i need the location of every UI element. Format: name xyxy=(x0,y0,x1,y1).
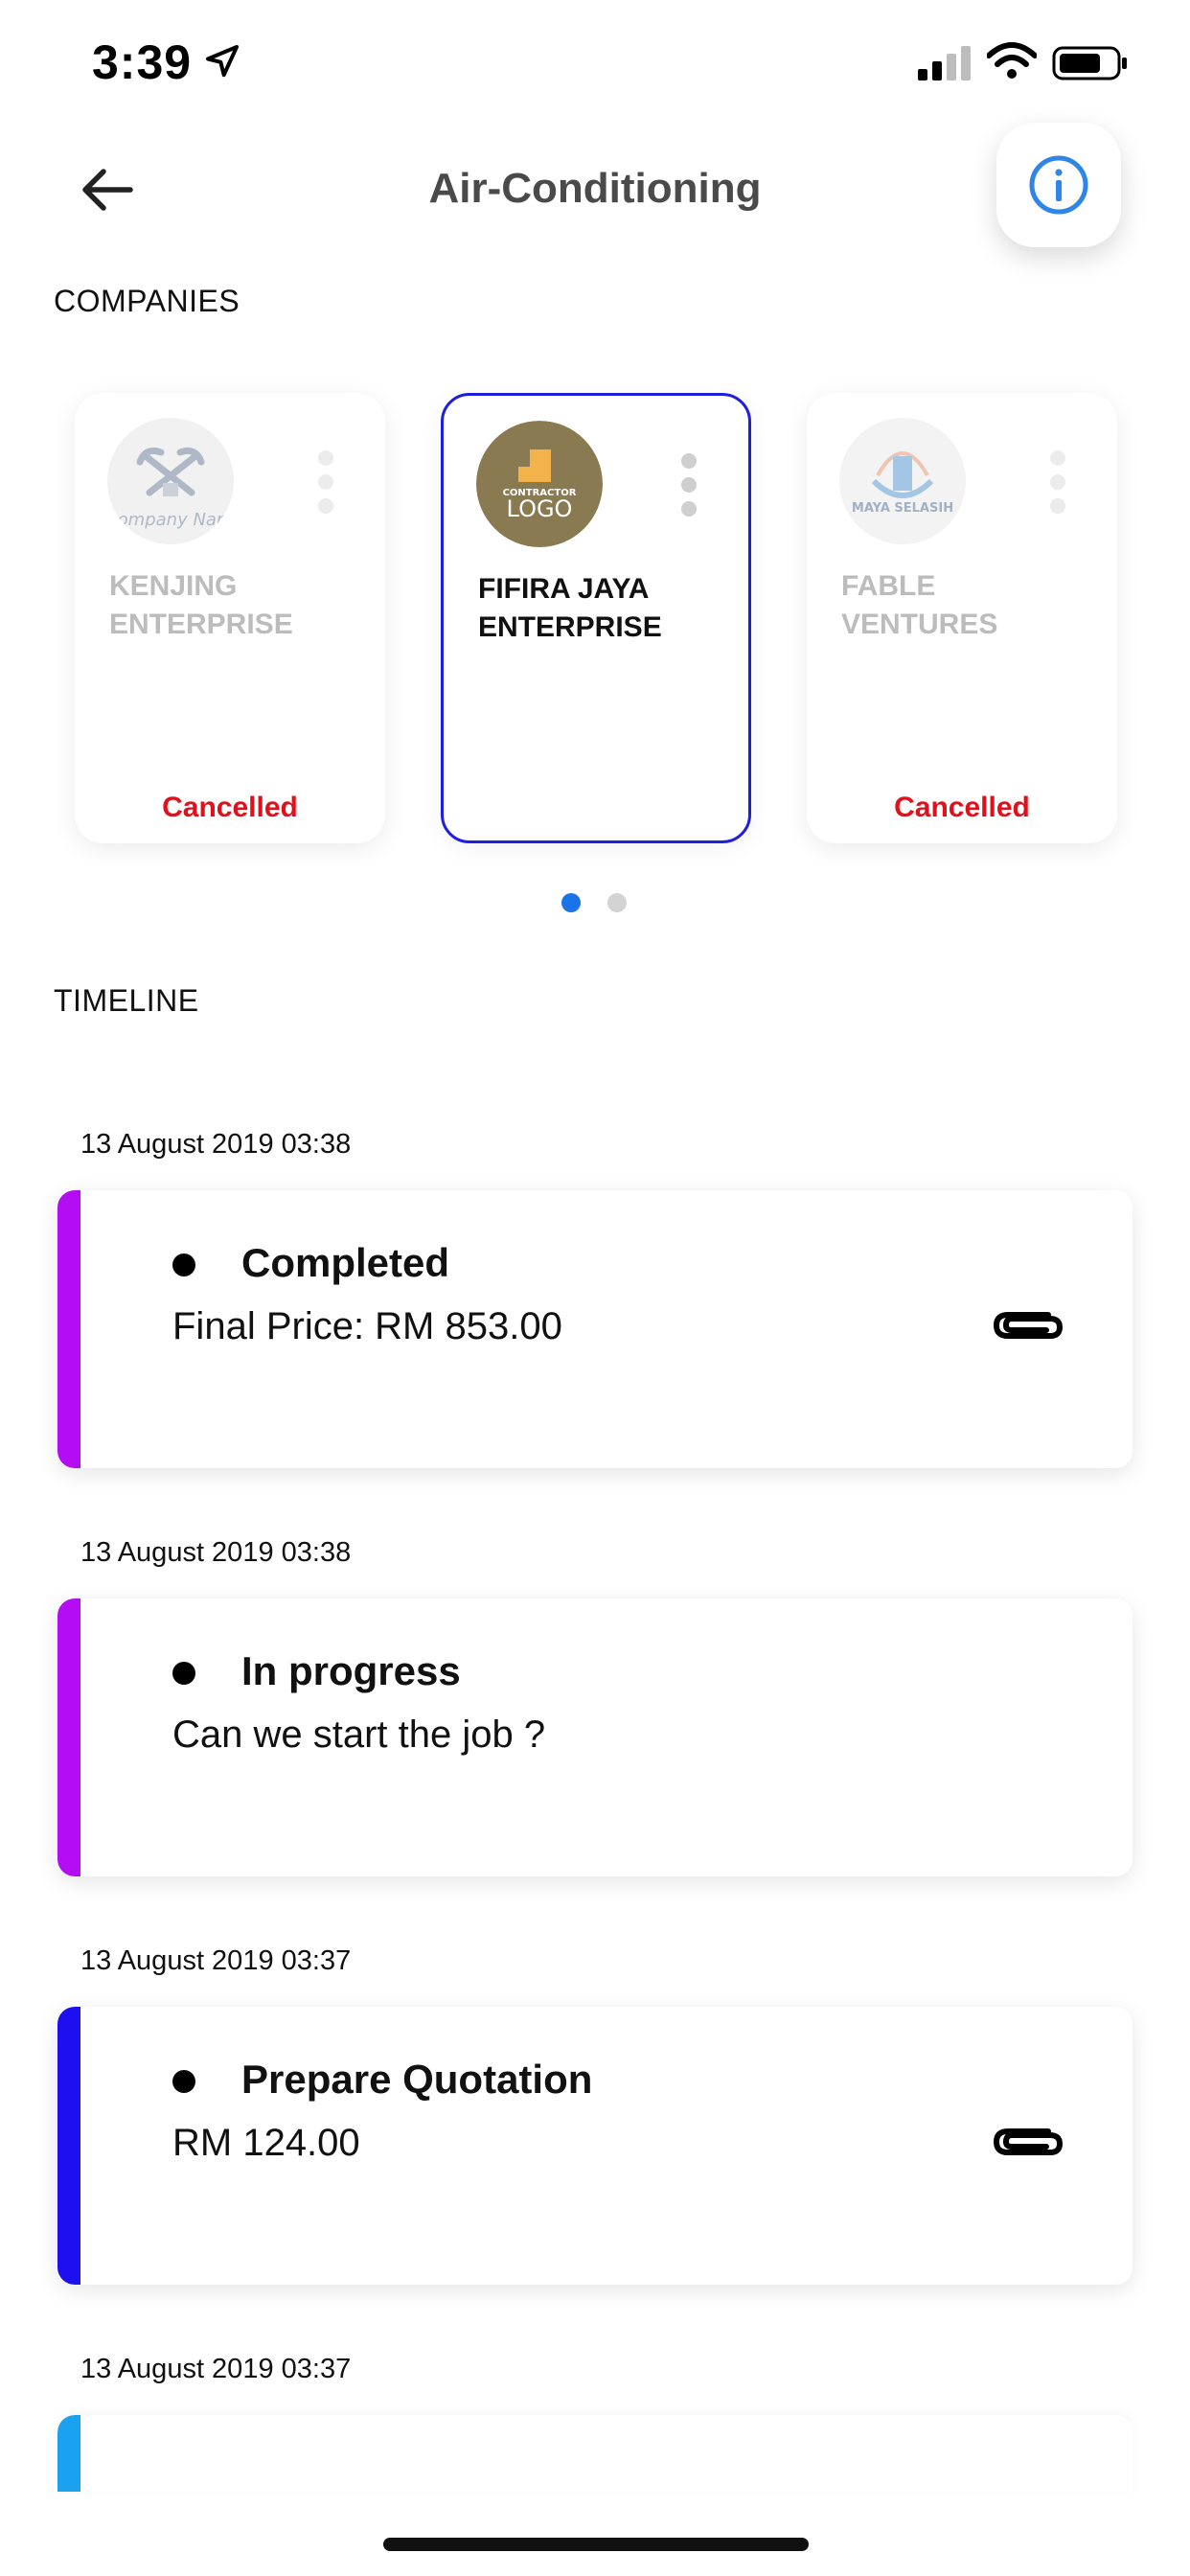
companies-section-label: COMPANIES xyxy=(54,284,240,318)
company-name: FIFIRA JAYA ENTERPRISE xyxy=(478,573,662,643)
company-card-fable-ventures[interactable]: MAYA SELASIH FABLE VENTURES Cancelled xyxy=(807,393,1117,843)
location-arrow-icon xyxy=(206,45,239,78)
company-card-kenjing[interactable]: ompany Nar KENJING ENTERPRISE Cancelled xyxy=(75,393,385,843)
timeline-date: 13 August 2019 03:37 xyxy=(80,1945,352,1976)
info-circle-icon xyxy=(1029,155,1088,215)
carousel-pagination xyxy=(561,893,627,912)
company-logo: ompany Nar xyxy=(107,418,234,544)
svg-text:MAYA SELASIH: MAYA SELASIH xyxy=(852,501,953,516)
timeline-title: Completed xyxy=(241,1240,450,1285)
company-name: KENJING ENTERPRISE xyxy=(109,570,293,640)
more-vertical-icon[interactable] xyxy=(1048,448,1067,516)
company-card-fifira-jaya[interactable]: CONTRACTOR LOGO FIFIRA JAYA ENTERPRISE xyxy=(441,393,751,843)
status-color-bar xyxy=(57,2007,80,2285)
timeline-description: RM 124.00 xyxy=(172,2122,360,2164)
wifi-icon xyxy=(987,42,1037,79)
timeline-section-label: TIMELINE xyxy=(54,983,199,1018)
cellular-signal-icon xyxy=(918,46,971,80)
more-vertical-icon[interactable] xyxy=(316,448,335,516)
bullet-icon xyxy=(172,1254,195,1276)
status-color-bar xyxy=(57,1190,80,1468)
more-vertical-icon[interactable] xyxy=(679,451,698,518)
timeline-entry[interactable]: Prepare Quotation RM 124.00 xyxy=(57,2007,1133,2285)
status-color-bar xyxy=(57,2415,80,2492)
info-button[interactable] xyxy=(996,123,1121,247)
timeline-description: Final Price: RM 853.00 xyxy=(172,1305,562,1347)
svg-text:LOGO: LOGO xyxy=(507,495,573,522)
timeline-entry[interactable]: Completed Final Price: RM 853.00 xyxy=(57,1190,1133,1468)
pagination-dot[interactable] xyxy=(607,893,627,912)
status-badge: Cancelled xyxy=(894,792,1030,823)
timeline-date: 13 August 2019 03:38 xyxy=(80,1537,352,1568)
pagination-dot-active[interactable] xyxy=(561,893,581,912)
status-badge: Cancelled xyxy=(162,792,298,823)
timeline-entry[interactable]: In progress Can we start the job ? xyxy=(57,1598,1133,1876)
battery-icon xyxy=(1052,46,1127,80)
bullet-icon xyxy=(172,2070,195,2093)
timeline-date: 13 August 2019 03:38 xyxy=(80,1129,352,1160)
status-color-bar xyxy=(57,1598,80,1876)
company-name: FABLE VENTURES xyxy=(841,570,998,640)
timeline-entry[interactable] xyxy=(57,2415,1133,2492)
company-logo: MAYA SELASIH xyxy=(839,418,966,544)
home-indicator[interactable] xyxy=(383,2538,809,2551)
status-time: 3:39 xyxy=(92,35,193,89)
timeline-title: Prepare Quotation xyxy=(241,2057,593,2102)
paperclip-icon[interactable] xyxy=(993,2118,1065,2166)
bullet-icon xyxy=(172,1662,195,1685)
paperclip-icon[interactable] xyxy=(993,1301,1065,1349)
svg-text:ompany Nar: ompany Nar xyxy=(118,510,225,530)
company-logo: CONTRACTOR LOGO xyxy=(476,421,603,547)
timeline-title: In progress xyxy=(241,1648,461,1693)
timeline-description: Can we start the job ? xyxy=(172,1714,546,1756)
timeline-date: 13 August 2019 03:37 xyxy=(80,2354,352,2384)
